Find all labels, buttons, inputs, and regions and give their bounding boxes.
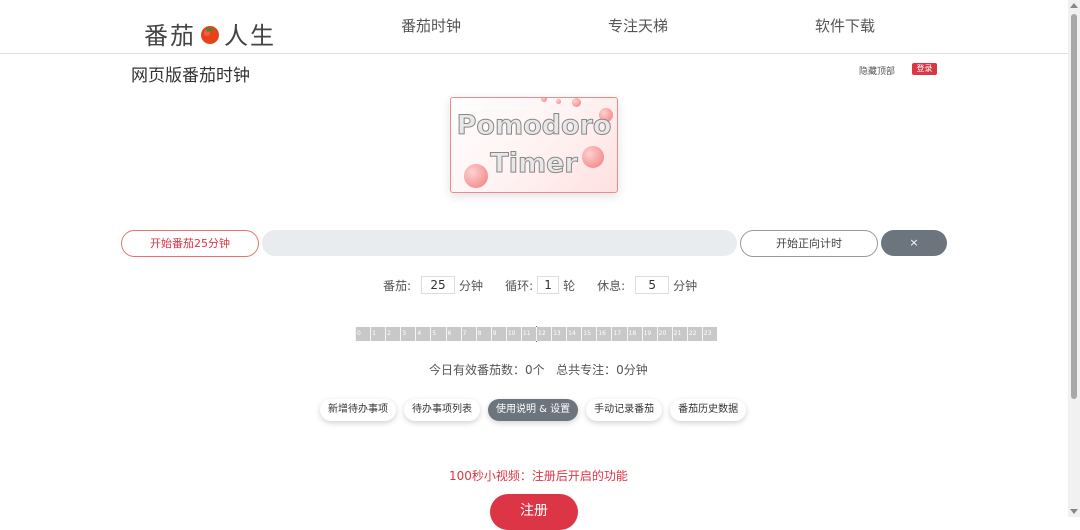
ruler-hour-tick: 18: [626, 327, 642, 341]
ruler-hour-tick: 15: [581, 327, 596, 341]
pomodoro-length-label: 番茄:: [383, 278, 412, 293]
brand-text-left: 番茄: [144, 22, 196, 50]
close-button[interactable]: ×: [881, 230, 947, 256]
ruler-hour-tick: 19: [641, 327, 657, 341]
ruler-hour-tick: 2: [385, 327, 400, 341]
start-countup-button[interactable]: 开始正向计时: [740, 230, 878, 257]
ruler-hour-tick: 17: [611, 327, 626, 341]
video-note[interactable]: 100秒小视频：注册后开启的功能: [449, 467, 628, 484]
logo-line-2: Timer: [490, 148, 578, 180]
pomodoro-length-input[interactable]: 25: [421, 276, 456, 294]
hide-top-link[interactable]: 隐藏顶部: [859, 64, 895, 77]
ruler-hour-tick: 13: [551, 327, 566, 341]
nav-link-ladder[interactable]: 专注天梯: [608, 15, 668, 36]
ruler-hour-tick: 14: [566, 327, 581, 341]
scrollbar-thumb[interactable]: [1071, 14, 1077, 399]
ruler-hour-tick: 8: [475, 327, 491, 341]
rest-length-label: 休息:: [597, 278, 626, 293]
ruler-hour-tick: 1: [370, 327, 385, 341]
nav-link-pomodoro[interactable]: 番茄时钟: [401, 15, 461, 36]
action-pills: 新增待办事项 待办事项列表 使用说明 & 设置 手动记录番茄 番茄历史数据: [320, 399, 754, 421]
brand-text-right: 人生: [224, 22, 276, 50]
page-title: 网页版番茄时钟: [131, 66, 250, 86]
cycle-count-input[interactable]: 1: [537, 276, 560, 294]
cycle-count-label: 循环:: [505, 278, 534, 293]
pill-button-3[interactable]: 手动记录番茄: [586, 399, 663, 421]
ruler-hour-tick: 5: [430, 327, 445, 341]
ruler-hour-tick: 20: [656, 327, 672, 341]
pill-button-1[interactable]: 待办事项列表: [404, 399, 480, 421]
ruler-hour-tick: 12: [536, 327, 551, 341]
ruler-hour-tick: 11: [520, 327, 536, 341]
scroll-down-arrow-icon[interactable]: [1070, 509, 1078, 514]
start-pomodoro-button[interactable]: 开始番茄25分钟: [121, 230, 259, 257]
nav-link-download[interactable]: 软件下载: [815, 15, 875, 36]
today-stats: 今日有效番茄数：0个 总共专注：0分钟: [429, 363, 648, 377]
ruler-hour-tick: 21: [671, 327, 687, 341]
ruler-hour-tick: 23: [701, 327, 717, 341]
ruler-hour-tick: 9: [490, 327, 506, 341]
decor-dot: [541, 98, 547, 102]
rest-length-unit: 分钟: [673, 278, 698, 293]
ruler-hour-tick: 16: [596, 327, 611, 341]
ruler-hour-tick: 3: [400, 327, 415, 341]
cycle-count-unit: 轮: [563, 278, 576, 293]
page-scrollbar[interactable]: [1068, 0, 1080, 517]
decor-dot: [572, 98, 581, 107]
ruler-hour-tick: 7: [460, 327, 476, 341]
timer-settings: 番茄: 25 分钟 循环: 1 轮 休息: 5 分钟: [383, 276, 697, 294]
ruler-hour-tick: 4: [415, 327, 430, 341]
rest-length-input[interactable]: 5: [635, 276, 670, 294]
timer-progress-bar: [262, 230, 737, 256]
ruler-hour-tick: 22: [686, 327, 702, 341]
ruler-hour-tick: 6: [445, 327, 461, 341]
pill-button-4[interactable]: 番茄历史数据: [670, 399, 747, 421]
pill-button-0[interactable]: 新增待办事项: [320, 399, 396, 421]
ruler-hour-tick: 10: [505, 327, 521, 341]
pomodoro-length-unit: 分钟: [459, 278, 484, 293]
decor-dot: [556, 99, 561, 104]
scroll-up-arrow-icon[interactable]: [1070, 3, 1078, 8]
tomato-icon: [199, 23, 221, 45]
brand-logo[interactable]: 番茄 人生: [144, 16, 276, 51]
pomodoro-timer-logo: Pomodoro Timer: [450, 97, 618, 193]
ruler-hour-tick: 0: [355, 327, 370, 341]
top-nav: 番茄 人生 番茄时钟 专注天梯 软件下载: [0, 0, 1068, 54]
day-hour-ruler: 0 1 2 3 4 5 6 7 8 9 10 11 12 13 14 15 16 17 18 19 20 21 22 23: [355, 326, 717, 342]
logo-line-1: Pomodoro: [456, 110, 612, 142]
login-button[interactable]: 登录: [912, 63, 937, 75]
register-button[interactable]: 注册: [490, 494, 578, 530]
pill-button-2[interactable]: 使用说明 & 设置: [488, 399, 579, 421]
